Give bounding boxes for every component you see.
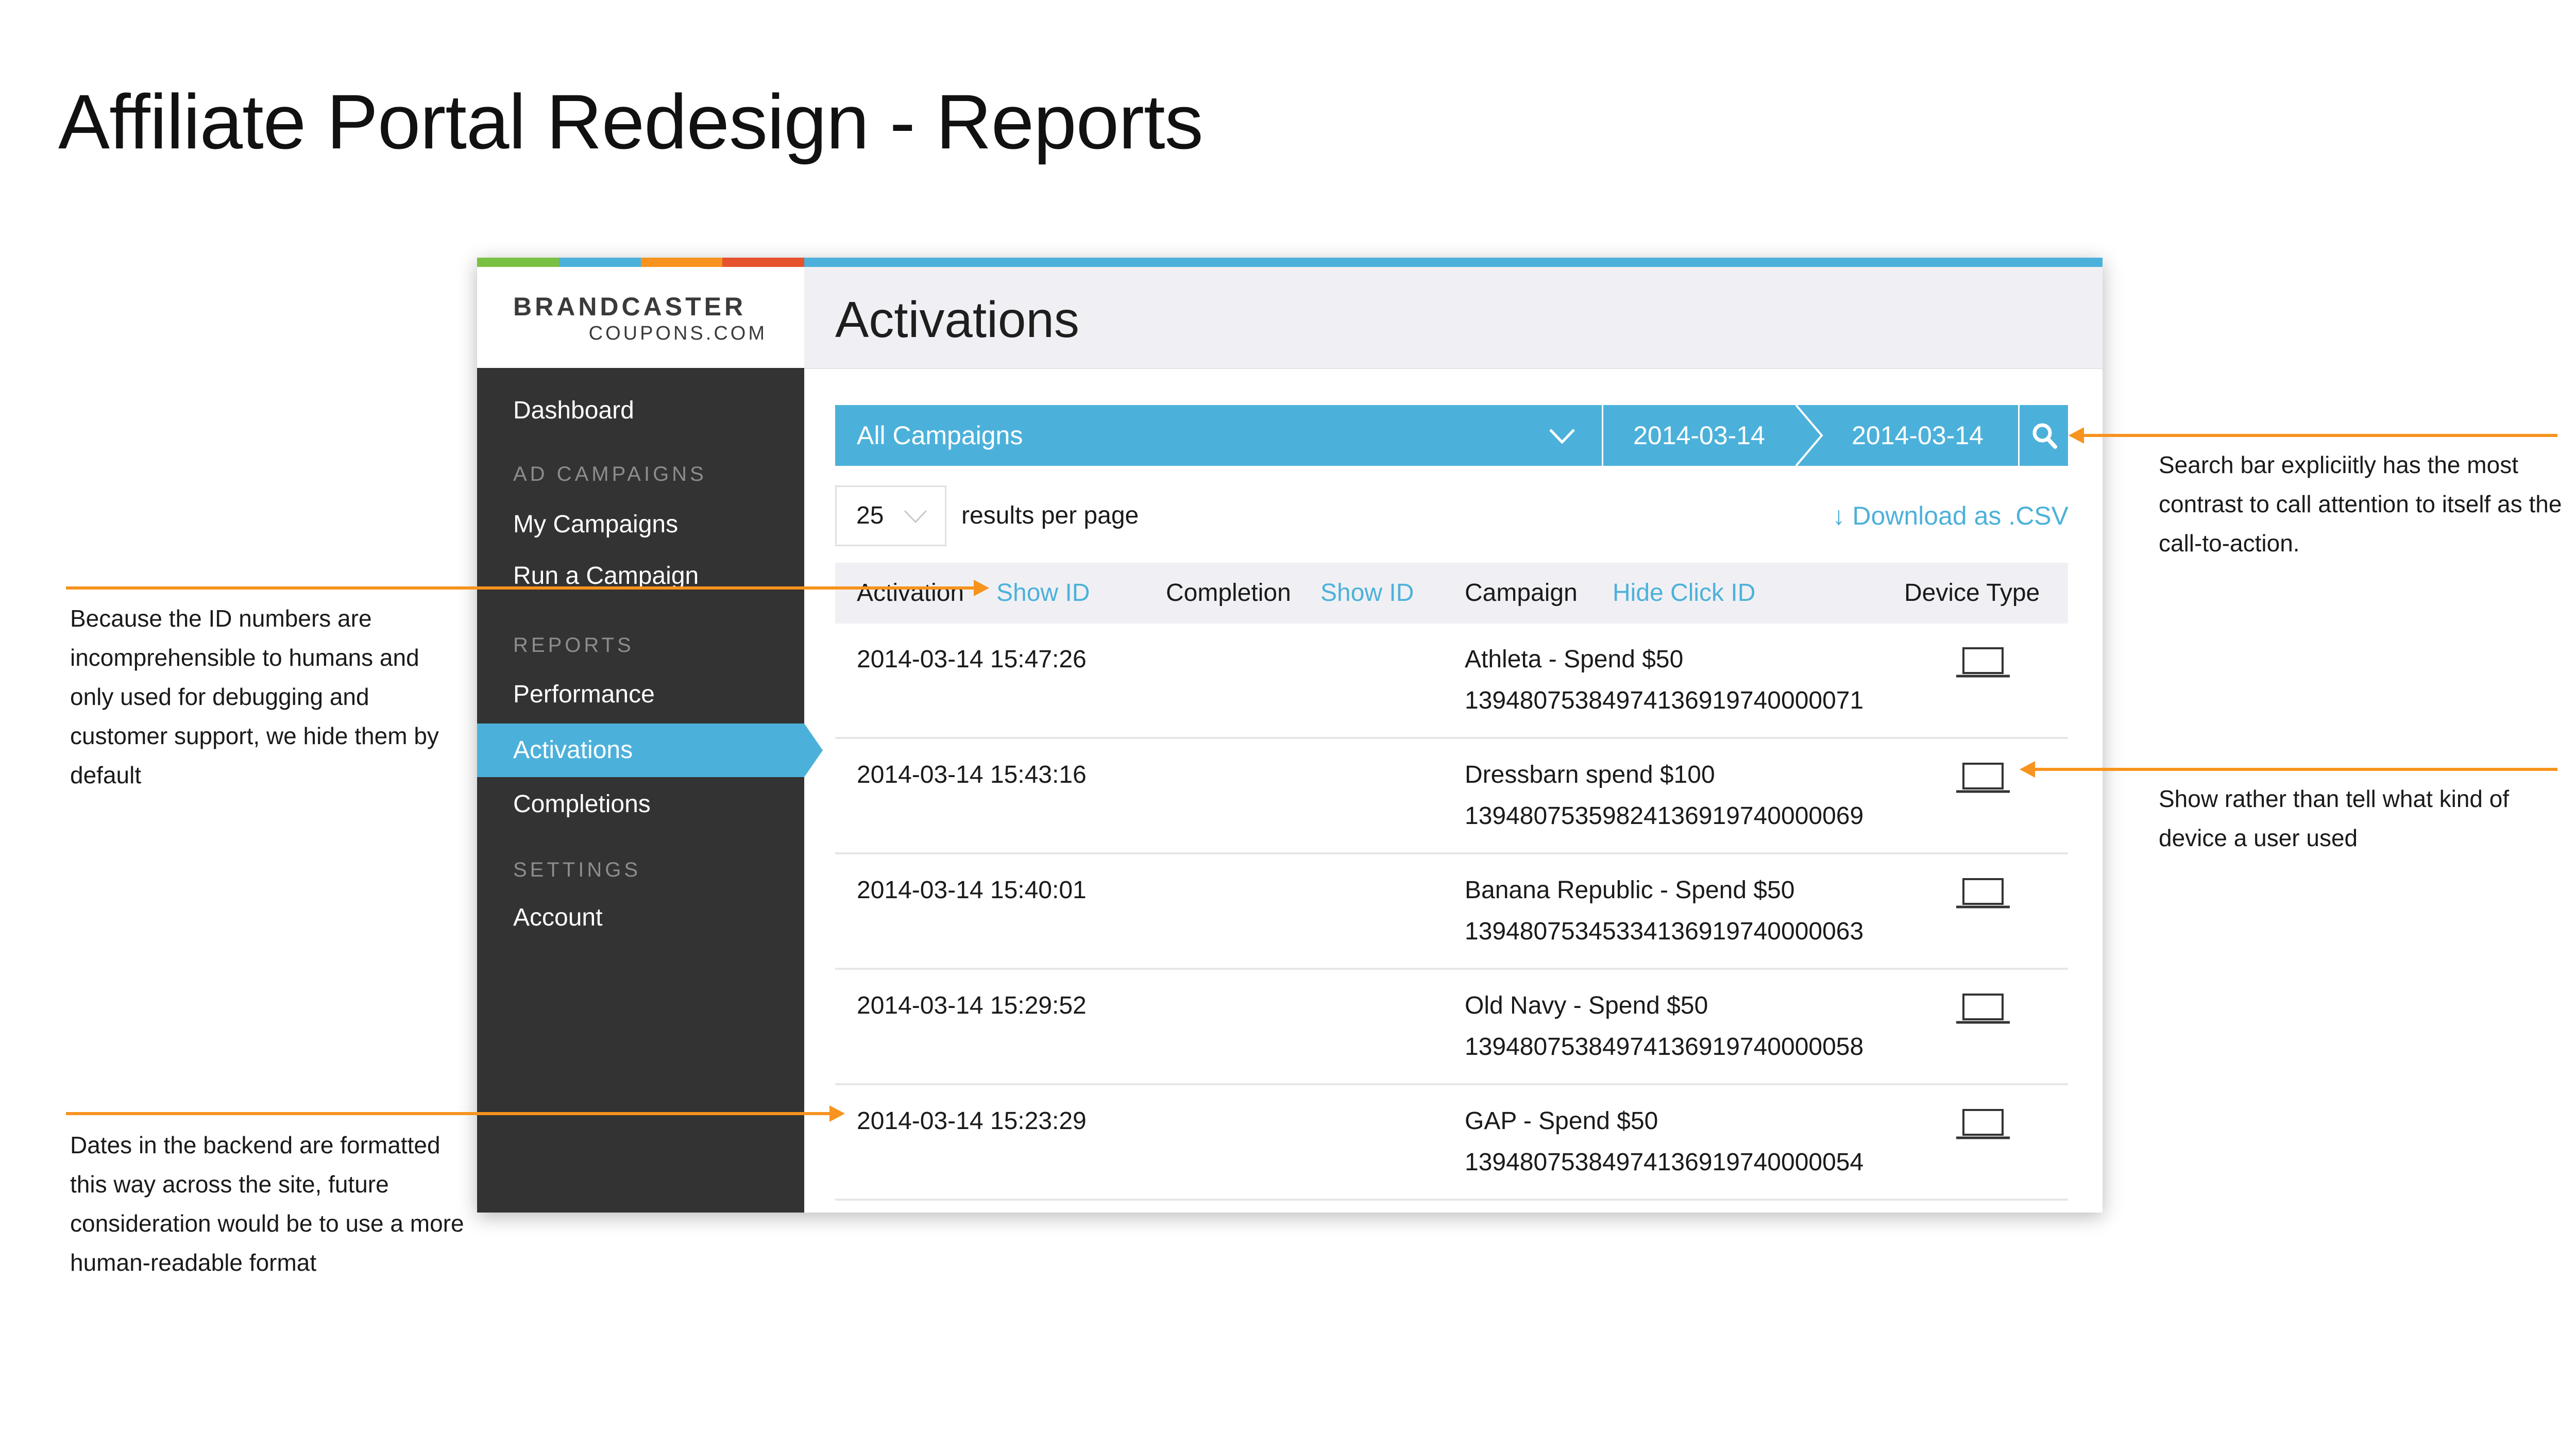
campaign-name: Old Navy - Spend $50 bbox=[1465, 992, 1708, 1019]
results-per-page-value: 25 bbox=[856, 502, 884, 529]
logo-brand-name: BRANDCASTER bbox=[513, 292, 747, 321]
sidebar-item-account[interactable]: Account bbox=[477, 891, 804, 945]
sidebar-item-dashboard[interactable]: Dashboard bbox=[477, 384, 804, 438]
slide-title: Affiliate Portal Redesign - Reports bbox=[58, 78, 1204, 165]
search-icon bbox=[2032, 423, 2057, 449]
table-row: 2014-03-14 15:43:16 Dressbarn spend $100… bbox=[835, 739, 2068, 854]
column-header-activation: Activation bbox=[857, 579, 964, 607]
click-id: 13948075384974136919740000071 bbox=[1465, 687, 1864, 714]
campaign-name: Athleta - Spend $50 bbox=[1465, 646, 1684, 673]
page-title: Activations bbox=[835, 291, 1079, 348]
activation-time: 2014-03-14 15:43:16 bbox=[857, 761, 1087, 788]
campaign-name: GAP - Spend $50 bbox=[1465, 1107, 1658, 1135]
sidebar-item-performance[interactable]: Performance bbox=[477, 668, 804, 721]
table-row: 2014-03-14 15:40:01 Banana Republic - Sp… bbox=[835, 854, 2068, 970]
top-accent-bar bbox=[804, 258, 2103, 267]
annotation-line-search bbox=[2084, 434, 2557, 437]
activation-time: 2014-03-14 15:40:01 bbox=[857, 877, 1087, 904]
annotation-line-date bbox=[66, 1112, 829, 1115]
app-window: BRANDCASTER COUPONS.COM Dashboard AD CAM… bbox=[477, 258, 2103, 1213]
annotation-arrow-id bbox=[974, 580, 989, 596]
hide-click-id-toggle[interactable]: Hide Click ID bbox=[1613, 563, 1755, 624]
activation-time: 2014-03-14 15:47:26 bbox=[857, 646, 1087, 673]
annotation-device: Show rather than tell what kind of devic… bbox=[2159, 785, 2510, 851]
sidebar-section-reports: REPORTS bbox=[513, 634, 634, 657]
table-row: 2014-03-14 15:23:29 GAP - Spend $50 1394… bbox=[835, 1085, 2068, 1201]
sidebar-section-ad-campaigns: AD CAMPAIGNS bbox=[513, 463, 707, 485]
search-button[interactable] bbox=[2020, 405, 2068, 466]
annotation-arrow-device bbox=[2020, 761, 2035, 778]
sidebar-item-run-campaign[interactable]: Run a Campaign bbox=[477, 549, 804, 603]
activations-table: 2014-03-14 15:47:26 Athleta - Spend $50 … bbox=[835, 624, 2068, 1201]
sidebar-item-activations[interactable]: Activations bbox=[477, 724, 823, 777]
logo[interactable]: BRANDCASTER COUPONS.COM bbox=[477, 267, 804, 368]
content-header: Activations bbox=[804, 267, 2103, 369]
table-row: 2014-03-14 15:29:52 Old Navy - Spend $50… bbox=[835, 970, 2068, 1085]
laptop-icon bbox=[1956, 994, 2010, 1024]
click-id: 13948075359824136919740000069 bbox=[1465, 802, 1864, 830]
activation-time: 2014-03-14 15:29:52 bbox=[857, 992, 1087, 1019]
show-completion-id-toggle[interactable]: Show ID bbox=[1320, 563, 1414, 624]
chevron-down-icon bbox=[1549, 429, 1575, 444]
click-id: 13948075384974136919740000058 bbox=[1465, 1033, 1864, 1061]
annotation-line-id bbox=[66, 586, 974, 590]
logo-brand-sub: COUPONS.COM bbox=[588, 323, 767, 344]
click-id: 13948075384974136919740000054 bbox=[1465, 1149, 1864, 1176]
column-header-device-type: Device Type bbox=[1904, 579, 2040, 607]
laptop-icon bbox=[1956, 763, 2010, 793]
campaign-name: Dressbarn spend $100 bbox=[1465, 761, 1715, 788]
annotation-line-device bbox=[2035, 768, 2557, 771]
activation-time: 2014-03-14 15:23:29 bbox=[857, 1107, 1087, 1135]
chevron-down-icon bbox=[904, 510, 927, 524]
laptop-icon bbox=[1956, 878, 2010, 908]
campaign-select[interactable]: All Campaigns bbox=[835, 405, 1602, 466]
annotation-arrow-search bbox=[2069, 427, 2084, 444]
results-per-page-label: results per page bbox=[961, 502, 1139, 529]
annotation-arrow-date bbox=[829, 1105, 845, 1122]
brand-color-stripe bbox=[477, 258, 804, 267]
results-per-page-select[interactable]: 25 bbox=[835, 485, 946, 546]
sidebar-item-my-campaigns[interactable]: My Campaigns bbox=[477, 498, 804, 551]
date-to-field[interactable]: 2014-03-14 bbox=[1811, 405, 2024, 466]
table-header: Activation Show ID Completion Show ID Ca… bbox=[835, 563, 2068, 624]
annotation-date-format: Dates in the backend are formatted this … bbox=[70, 1132, 464, 1276]
download-csv-link[interactable]: ↓ Download as .CSV bbox=[1832, 485, 2069, 546]
campaign-select-value: All Campaigns bbox=[857, 421, 1023, 450]
show-activation-id-toggle[interactable]: Show ID bbox=[996, 563, 1090, 624]
sidebar: Dashboard AD CAMPAIGNS My Campaigns Run … bbox=[477, 368, 823, 1213]
table-row: 2014-03-14 15:47:26 Athleta - Spend $50 … bbox=[835, 624, 2068, 739]
laptop-icon bbox=[1956, 647, 2010, 678]
annotation-id-hidden: Because the ID numbers are incomprehensi… bbox=[70, 605, 439, 788]
column-header-completion: Completion bbox=[1166, 579, 1291, 607]
sidebar-item-completions[interactable]: Completions bbox=[477, 778, 804, 831]
search-filter-bar: All Campaigns 2014-03-14 2014-03-14 bbox=[835, 405, 2068, 466]
campaign-name: Banana Republic - Spend $50 bbox=[1465, 877, 1795, 904]
annotation-search-bar: Search bar expliciitly has the most cont… bbox=[2159, 451, 2562, 557]
column-header-campaign: Campaign bbox=[1465, 579, 1578, 607]
date-from-field[interactable]: 2014-03-14 bbox=[1603, 405, 1795, 466]
sidebar-section-settings: SETTINGS bbox=[513, 859, 641, 881]
click-id: 13948075345334136919740000063 bbox=[1465, 918, 1864, 945]
laptop-icon bbox=[1956, 1109, 2010, 1139]
